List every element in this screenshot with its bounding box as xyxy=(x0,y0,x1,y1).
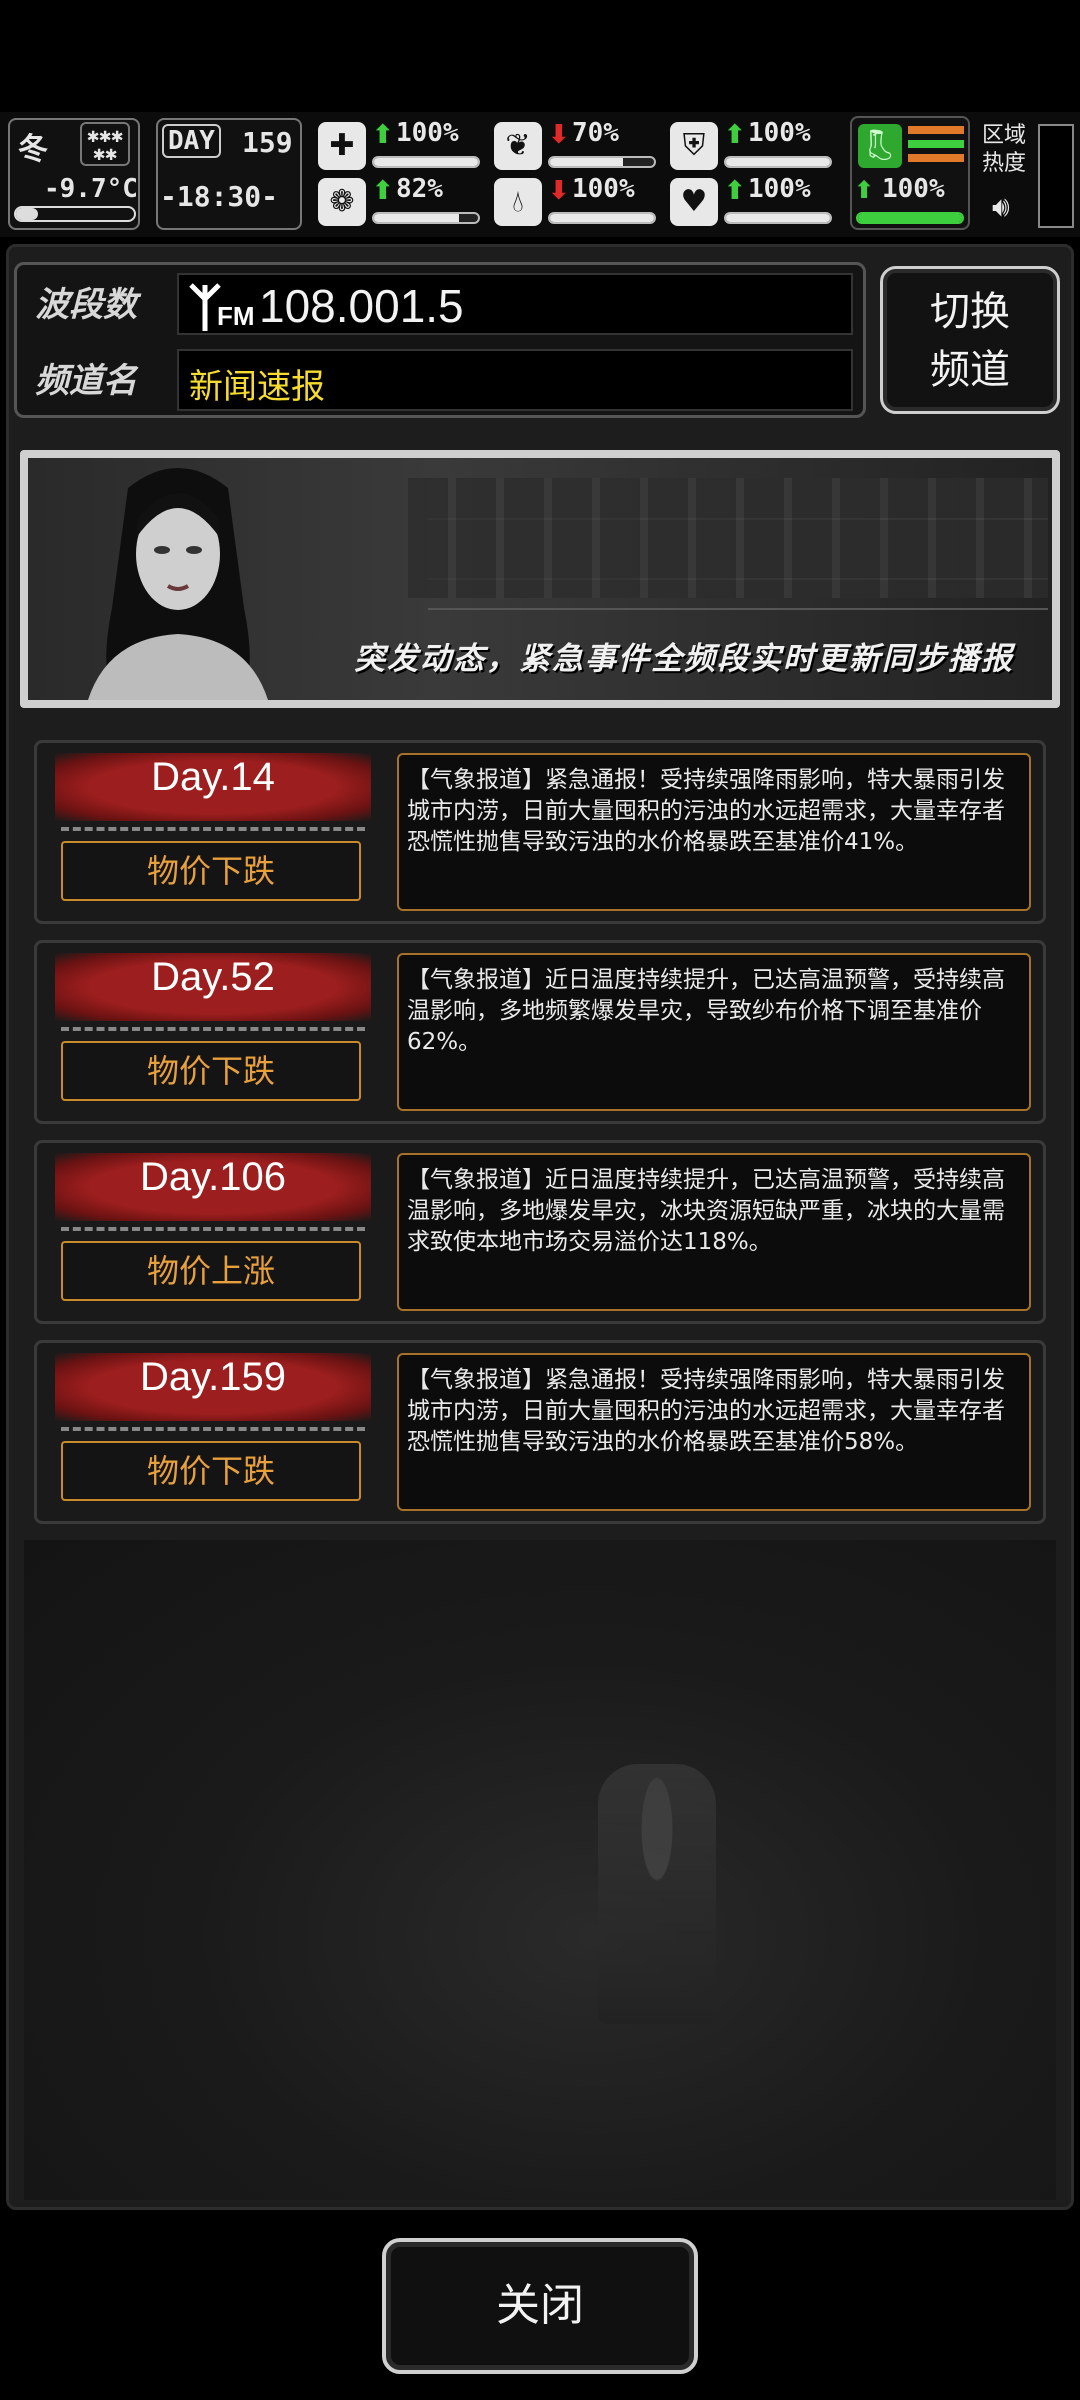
stamina-bar xyxy=(856,212,964,224)
season-label: 冬 xyxy=(18,132,48,167)
banner-city-buildings xyxy=(408,478,1048,598)
news-text: 【气象报道】近日温度持续提升，已达高温预警，受持续高温影响，多地爆发旱灾，冰块资… xyxy=(397,1153,1031,1311)
survivor-silhouette xyxy=(598,1764,716,2024)
price-trend-tag: 物价下跌 xyxy=(61,1041,361,1101)
radio-info-box: 波段数 FM 108.001.5 频道名 新闻速报 xyxy=(14,262,866,418)
thirst-stat[interactable]: 💧︎ ⬇ 100% xyxy=(494,174,664,230)
defense-bar xyxy=(724,156,832,168)
mood-stat[interactable]: ♥ ⬆ 100% xyxy=(670,174,840,230)
channel-field: 新闻速报 xyxy=(177,349,853,411)
divider xyxy=(61,1027,365,1031)
banner-caption: 突发动态，紧急事件全频段实时更新同步播报 xyxy=(354,641,1014,677)
news-day: Day.106 xyxy=(139,1155,286,1199)
anchor-woman-portrait xyxy=(88,468,268,700)
shield-icon: ⛨ xyxy=(670,122,718,170)
speaker-icon[interactable]: 🔊︎ xyxy=(992,190,1010,224)
channel-label: 频道名 xyxy=(35,361,137,401)
price-trend-tag: 物价下跌 xyxy=(61,1441,361,1501)
weather-box[interactable]: 冬 ✱✱✱ ✱✱ -9.7°C xyxy=(8,118,140,230)
arrow-down-icon: ⬇ xyxy=(548,176,570,206)
divider xyxy=(61,1427,365,1431)
thermometer-icon xyxy=(14,206,136,222)
arrow-up-icon: ⬆ xyxy=(724,176,746,206)
arrow-up-icon: ⬆ xyxy=(372,120,394,150)
health-bar xyxy=(372,156,480,168)
snowflake-icon: ✱✱✱ ✱✱ xyxy=(80,122,130,166)
switch-channel-label: 切换 频道 xyxy=(930,289,1010,393)
mood-value: 100% xyxy=(748,174,811,204)
news-text: 【气象报道】近日温度持续提升，已达高温预警，受持续高温影响，多地频繁爆发旱灾，导… xyxy=(397,953,1031,1111)
day-number: 159 xyxy=(242,126,293,159)
heart-icon: ♥ xyxy=(670,178,718,226)
news-day: Day.14 xyxy=(151,755,275,799)
news-banner: 突发动态，紧急事件全频段实时更新同步播报 xyxy=(20,450,1060,708)
news-day: Day.159 xyxy=(139,1355,286,1399)
arrow-up-icon: ⬆ xyxy=(724,120,746,150)
health-stat[interactable]: ✚ ⬆ 100% xyxy=(318,118,488,174)
hunger-bar xyxy=(548,156,656,168)
day-clock-box: DAY 159 -18:30- xyxy=(156,118,302,230)
news-item: Day.14 物价下跌 【气象报道】紧急通报！受持续强降雨影响，特大暴雨引发城市… xyxy=(34,740,1046,924)
medkit-icon: ✚ xyxy=(318,122,366,170)
news-day: Day.52 xyxy=(151,955,275,999)
news-item: Day.159 物价下跌 【气象报道】紧急通报！受持续强降雨影响，特大暴雨引发城… xyxy=(34,1340,1046,1524)
mood-bar xyxy=(724,212,832,224)
arrow-down-icon: ⬇ xyxy=(548,120,570,150)
news-item: Day.52 物价下跌 【气象报道】近日温度持续提升，已达高温预警，受持续高温影… xyxy=(34,940,1046,1124)
day-label: DAY xyxy=(162,124,221,158)
band-value: 108.001.5 xyxy=(259,280,464,332)
health-value: 100% xyxy=(396,118,459,148)
brain-icon: ❁ xyxy=(318,178,366,226)
antenna-fm-icon: FM xyxy=(187,279,257,333)
stamina-stripes xyxy=(908,126,964,166)
band-field: FM 108.001.5 xyxy=(177,273,853,335)
defense-value: 100% xyxy=(748,118,811,148)
band-label: 波段数 xyxy=(35,285,137,325)
region-heat-label: 区域 热度 xyxy=(982,123,1027,176)
boot-icon: 👢︎ xyxy=(858,124,902,168)
thirst-value: 100% xyxy=(572,174,635,204)
stomach-icon: ❦ xyxy=(494,122,542,170)
arrow-up-icon: ⬆ xyxy=(854,176,875,204)
close-button[interactable]: 关闭 xyxy=(382,2238,698,2374)
close-button-label: 关闭 xyxy=(496,2280,584,2331)
water-drop-icon: 💧︎ xyxy=(494,178,542,226)
region-heat[interactable]: 区域 热度 🔊︎ xyxy=(982,122,1074,232)
news-item: Day.106 物价上涨 【气象报道】近日温度持续提升，已达高温预警，受持续高温… xyxy=(34,1140,1046,1324)
clock-value: -18:30- xyxy=(160,180,279,213)
sanity-value: 82% xyxy=(396,174,443,204)
divider xyxy=(61,1227,365,1231)
arrow-up-icon: ⬆ xyxy=(372,176,394,206)
region-heat-meter xyxy=(1038,124,1074,228)
price-trend-tag: 物价下跌 xyxy=(61,841,361,901)
hunger-stat[interactable]: ❦ ⬇ 70% xyxy=(494,118,664,174)
switch-channel-button[interactable]: 切换 频道 xyxy=(880,266,1060,414)
divider xyxy=(61,827,365,831)
news-text: 【气象报道】紧急通报！受持续强降雨影响，特大暴雨引发城市内涝，日前大量囤积的污浊… xyxy=(397,753,1031,911)
news-text: 【气象报道】紧急通报！受持续强降雨影响，特大暴雨引发城市内涝，日前大量囤积的污浊… xyxy=(397,1353,1031,1511)
status-hud: 冬 ✱✱✱ ✱✱ -9.7°C DAY 159 -18:30- ✚ ⬆ 100% … xyxy=(0,112,1080,237)
stamina-box[interactable]: 👢︎ ⬆ 100% xyxy=(850,116,970,230)
sanity-stat[interactable]: ❁ ⬆ 82% xyxy=(318,174,488,230)
price-trend-tag: 物价上涨 xyxy=(61,1241,361,1301)
hunger-value: 70% xyxy=(572,118,619,148)
stamina-value: 100% xyxy=(882,174,945,204)
background-forest xyxy=(24,1540,1056,2200)
temperature-value: -9.7°C xyxy=(44,174,138,204)
sanity-bar xyxy=(372,212,480,224)
thirst-bar xyxy=(548,212,656,224)
channel-value: 新闻速报 xyxy=(189,367,325,407)
fm-label: FM xyxy=(217,301,255,331)
defense-stat[interactable]: ⛨ ⬆ 100% xyxy=(670,118,840,174)
